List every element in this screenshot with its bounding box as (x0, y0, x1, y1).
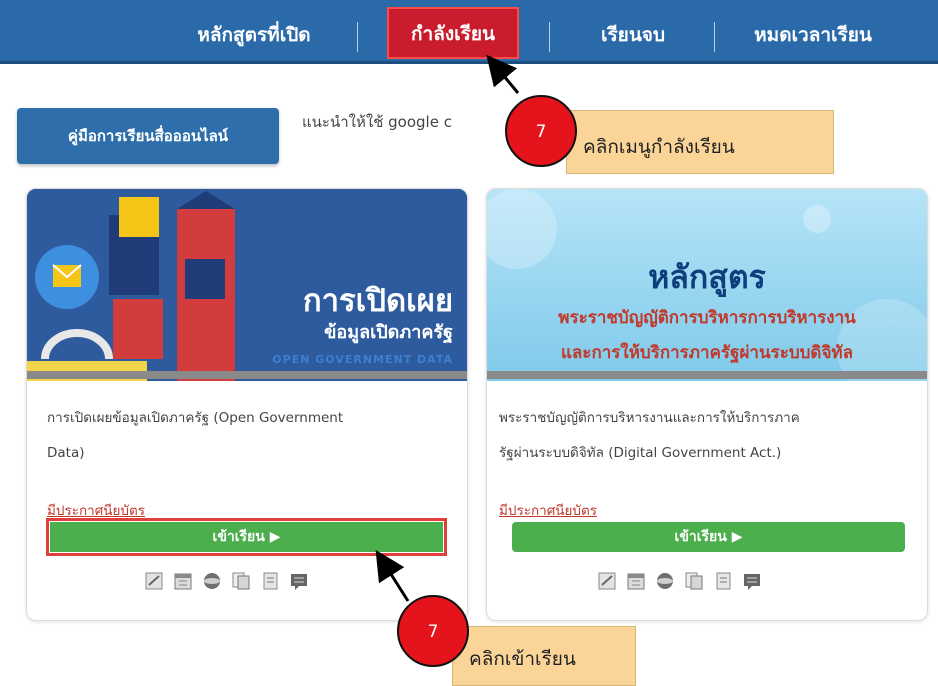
banner-title: หลักสูตร (648, 258, 766, 296)
course-description-line: รัฐผ่านระบบดิจิทัล (Digital Government A… (499, 445, 782, 461)
banner-divider (27, 371, 467, 379)
certificate-link[interactable]: มีประกาศนียบัตร (499, 499, 597, 521)
document-icon[interactable] (260, 571, 280, 591)
tab-studying[interactable]: กำลังเรียน (387, 7, 519, 59)
callout-note: คลิกเมนูกำลังเรียน (566, 110, 834, 174)
nav-divider (357, 22, 358, 52)
course-actions (597, 571, 762, 591)
enter-course-button[interactable]: เข้าเรียน ▶ (46, 518, 447, 556)
online-learning-guide-button[interactable]: คู่มือการเรียนสื่อออนไลน์ (17, 108, 279, 164)
banner-subtitle: ข้อมูลเปิดภาครัฐ (324, 322, 453, 343)
course-actions (144, 571, 309, 591)
course-description[interactable]: การเปิดเผยข้อมูลเปิดภาครัฐ (Open Governm… (47, 401, 457, 471)
nav-divider (714, 22, 715, 52)
tab-expired[interactable]: หมดเวลาเรียน (728, 0, 898, 64)
copy-icon[interactable] (684, 571, 704, 591)
tab-open-courses[interactable]: หลักสูตรที่เปิด (168, 0, 340, 64)
document-icon[interactable] (713, 571, 733, 591)
course-description[interactable]: พระราชบัญญัติการบริหารงานและการให้บริการ… (499, 401, 909, 471)
course-card: หลักสูตร พระราชบัญญัติการบริหารการบริหาร… (486, 188, 928, 621)
banner-divider (487, 371, 927, 379)
step-badge: 7 (505, 95, 577, 167)
calendar-icon[interactable] (626, 571, 646, 591)
top-navigation: หลักสูตรที่เปิด กำลังเรียน เรียนจบ หมดเว… (0, 0, 938, 64)
enter-course-button[interactable]: เข้าเรียน ▶ (512, 522, 905, 552)
course-description-line: Data) (47, 445, 85, 461)
banner-tag: OPEN GOVERNMENT DATA (272, 353, 453, 366)
callout-note: คลิกเข้าเรียน (452, 626, 636, 686)
comment-icon[interactable] (742, 571, 762, 591)
step-badge: 7 (397, 595, 469, 667)
course-card: การเปิดเผย ข้อมูลเปิดภาครัฐ OPEN GOVERNM… (26, 188, 468, 621)
edit-icon[interactable] (144, 571, 164, 591)
nav-divider (549, 22, 550, 52)
banner-subtitle: และการให้บริการภาครัฐผ่านระบบดิจิทัล (560, 343, 854, 363)
course-banner[interactable]: หลักสูตร พระราชบัญญัติการบริหารการบริหาร… (487, 189, 927, 381)
edit-icon[interactable] (597, 571, 617, 591)
browser-hint-text: แนะนำให้ใช้ google c (302, 113, 452, 131)
banner-subtitle: พระราชบัญญัติการบริหารการบริหารงาน (558, 308, 856, 328)
globe-icon[interactable] (655, 571, 675, 591)
tab-completed[interactable]: เรียนจบ (568, 0, 698, 64)
comment-icon[interactable] (289, 571, 309, 591)
copy-icon[interactable] (231, 571, 251, 591)
course-description-line: พระราชบัญญัติการบริหารงานและการให้บริการ… (499, 410, 800, 426)
course-banner[interactable]: การเปิดเผย ข้อมูลเปิดภาครัฐ OPEN GOVERNM… (27, 189, 467, 381)
course-description-line: การเปิดเผยข้อมูลเปิดภาครัฐ (Open Governm… (47, 410, 344, 426)
calendar-icon[interactable] (173, 571, 193, 591)
globe-icon[interactable] (202, 571, 222, 591)
certificate-link[interactable]: มีประกาศนียบัตร (47, 499, 145, 521)
